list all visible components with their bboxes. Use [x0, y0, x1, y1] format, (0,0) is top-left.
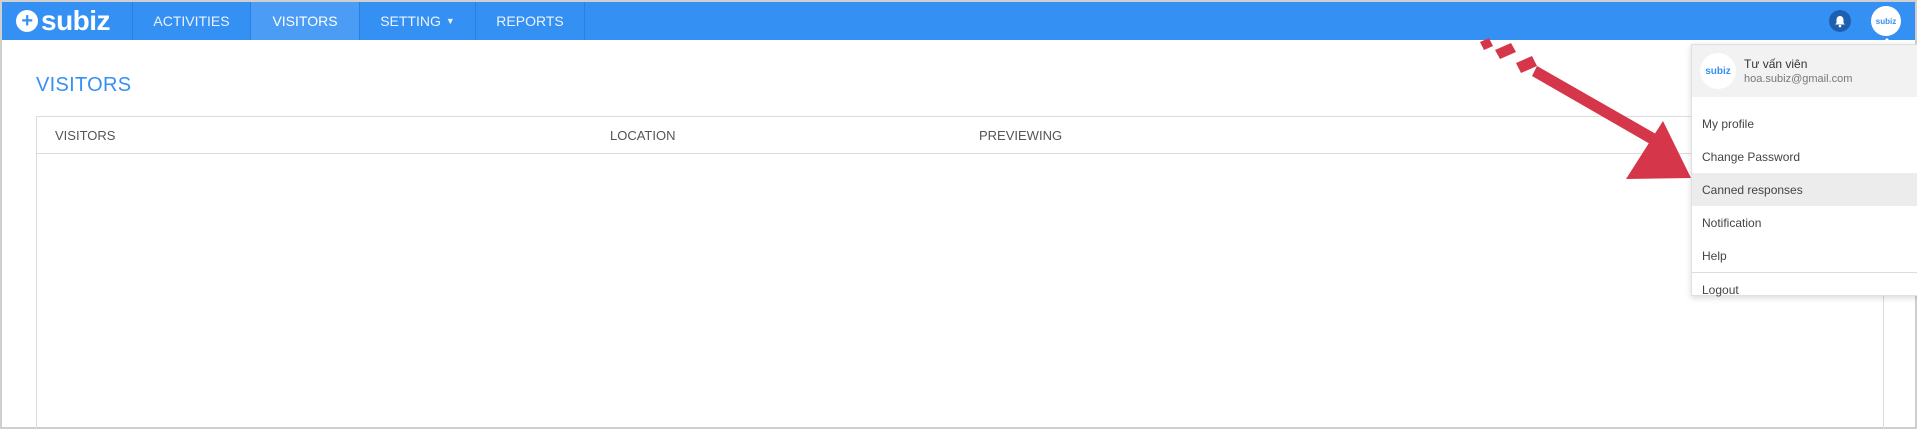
menu-change-password[interactable]: Change Password: [1692, 140, 1917, 173]
menu-my-profile[interactable]: My profile: [1692, 107, 1917, 140]
user-avatar[interactable]: subiz: [1871, 6, 1901, 44]
nav-activities[interactable]: ACTIVITIES: [132, 2, 250, 40]
dropdown-user-header: subiz Tư vấn viên hoa.subiz@gmail.com: [1692, 45, 1917, 97]
visitors-table: VISITORS LOCATION PREVIEWING: [36, 116, 1884, 429]
menu-help[interactable]: Help: [1692, 239, 1917, 272]
column-visitors: VISITORS: [55, 128, 116, 143]
nav-visitors[interactable]: VISITORS: [250, 2, 359, 40]
logo-plus-icon: +: [16, 10, 38, 32]
user-dropdown-menu: subiz Tư vấn viên hoa.subiz@gmail.com My…: [1691, 44, 1917, 297]
menu-canned-responses[interactable]: Canned responses: [1692, 173, 1917, 206]
nav-setting-label: SETTING: [380, 13, 441, 29]
table-header: VISITORS LOCATION PREVIEWING: [37, 117, 1883, 154]
bell-icon[interactable]: [1829, 10, 1851, 32]
nav-setting[interactable]: SETTING ▼: [359, 2, 475, 40]
logo-text: subiz: [41, 5, 111, 36]
user-name: Tư vấn viên: [1744, 57, 1808, 71]
page-title: VISITORS: [36, 74, 132, 96]
nav-visitors-label: VISITORS: [272, 13, 338, 29]
user-email: hoa.subiz@gmail.com: [1744, 73, 1853, 85]
chevron-down-icon: ▼: [445, 16, 455, 26]
menu-logout[interactable]: Logout: [1692, 273, 1917, 306]
nav-activities-label: ACTIVITIES: [153, 13, 230, 29]
subiz-logo[interactable]: + subiz: [2, 2, 132, 40]
column-previewing: PREVIEWING: [979, 128, 1063, 143]
nav-reports[interactable]: REPORTS: [475, 2, 585, 40]
top-navbar: + subiz ACTIVITIES VISITORS SETTING ▼ RE…: [2, 2, 1915, 44]
column-location: LOCATION: [610, 128, 676, 143]
nav-reports-label: REPORTS: [496, 13, 564, 29]
dropdown-avatar: subiz: [1700, 53, 1736, 89]
menu-notification[interactable]: Notification: [1692, 206, 1917, 239]
